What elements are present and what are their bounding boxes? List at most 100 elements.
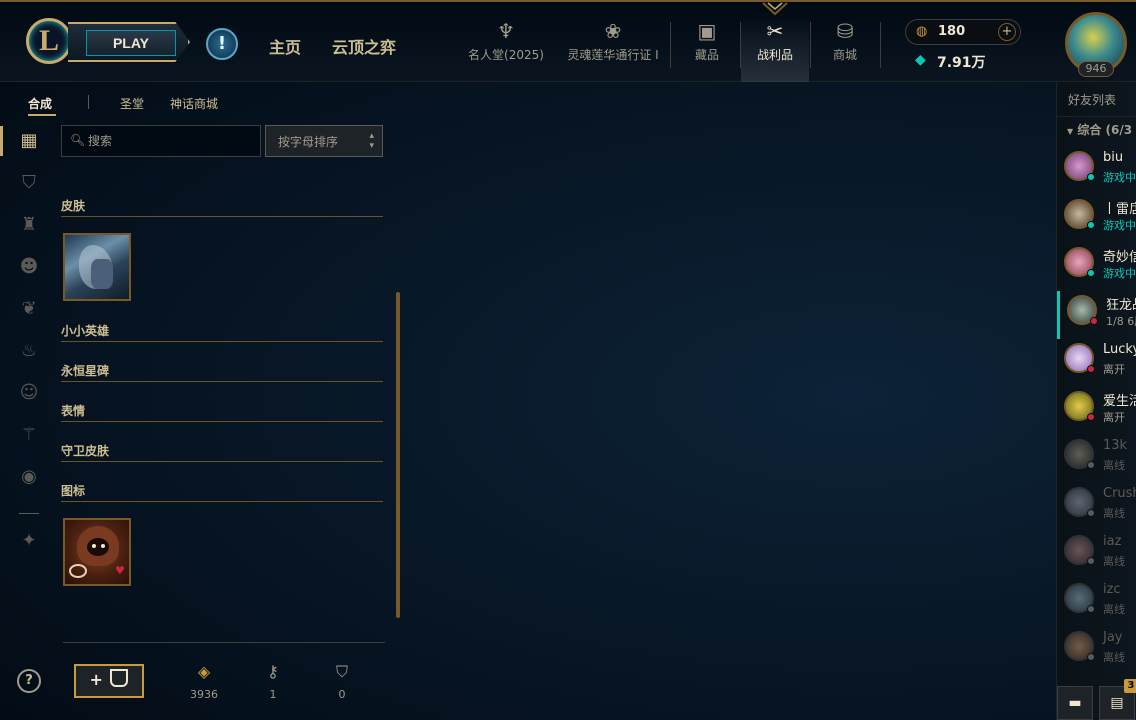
friend-name: Crush [1103,486,1136,501]
friend-name: 13k [1103,438,1128,453]
ward-icon[interactable]: ⚚ [17,423,41,447]
tab-mythic-shop[interactable]: 神话商城 [170,95,218,112]
friend-row[interactable]: Jay 离线 [1057,627,1136,675]
category-little-legends-title[interactable]: 小小英雄 [61,322,109,339]
search-input[interactable] [88,132,248,150]
friend-name: Jay [1103,630,1123,645]
presence-dot-icon [1087,365,1095,373]
friends-divider [1057,116,1136,117]
champion-helmet-icon[interactable]: ♜ [17,213,41,237]
craft-key-button[interactable]: + [74,664,144,698]
category-ward-skins-title[interactable]: 守卫皮肤 [61,442,109,459]
category-divider [61,421,383,422]
tab-divider [88,95,89,109]
friend-row[interactable]: izc 离线 [1057,579,1136,627]
chest-filter-icon[interactable]: ⛉ [17,171,41,195]
eternals-flame-icon[interactable]: ♨ [17,339,41,363]
play-button[interactable]: PLAY [68,22,190,62]
help-icon[interactable]: ? [17,669,41,693]
friend-row[interactable]: 奇妙信游戏中 [1057,243,1136,291]
friend-name: iaz [1103,534,1122,549]
nav-home[interactable]: 主页 [269,34,301,58]
presence-dot-icon [1087,413,1095,421]
nav-collection[interactable]: ▣ 藏品 [684,16,730,82]
league-logo-icon: L [26,18,72,64]
nav-label: 藏品 [694,48,719,62]
nav-loot[interactable]: ✂ 战利品 [741,16,809,82]
loot-item-icon[interactable]: ♥ [63,518,131,586]
friend-row[interactable]: 13k 离线 [1057,435,1136,483]
nav-label: 名人堂(2025) [468,48,544,62]
friend-row[interactable]: 丨雷扂游戏中 [1057,195,1136,243]
nav-divider [810,22,811,68]
friend-status: 离开 [1103,363,1125,376]
presence-dot-icon [1087,653,1095,661]
presence-dot-icon [1087,509,1095,517]
category-divider [61,501,383,502]
nav-tft[interactable]: 云顶之弈 [332,34,396,58]
friend-status: 1/8 6层 [1106,315,1136,328]
nav-label: 战利品 [756,48,793,62]
search-field[interactable]: 🔍︎ [61,125,261,157]
play-button-label[interactable]: PLAY [86,30,176,56]
category-icons-title[interactable]: 图标 [61,482,85,499]
orange-essence-icon: ◈ [197,662,211,681]
blue-essence-value: 7.91万 [937,55,986,71]
friend-row[interactable]: iaz 离线 [1057,531,1136,579]
tab-sanctum[interactable]: 圣堂 [120,95,144,112]
friend-name: 爱生活 [1103,394,1136,409]
friend-row[interactable]: 爱生活离开 [1057,387,1136,435]
presence-dot-icon [1087,173,1095,181]
sort-dropdown[interactable]: 按字母排序 ▴ ▾ [265,125,383,157]
grid-all-icon[interactable]: ▦ [17,129,41,153]
friend-name: 丨雷扂 [1103,202,1136,217]
loot-icon: ✂ [766,19,784,43]
chat-icon[interactable]: ▬ [1057,686,1093,720]
friend-name: izc [1103,582,1121,597]
blue-essence-icon: ◆ [915,52,926,68]
friend-status: 游戏中 [1103,219,1136,232]
chest-icon [110,669,129,687]
friend-name: Lucky [1103,342,1136,357]
orange-essence-counter: ◈ 3936 [184,660,224,701]
nav-hall-of-legends[interactable]: ♆ 名人堂(2025) [466,16,546,82]
mythic-filter-icon[interactable]: ✦ [17,529,41,553]
notification-count-badge: 3 [1124,679,1136,693]
loot-item-skin[interactable] [63,233,131,301]
top-nav-bar: L PLAY ! 主页 云顶之弈 ♆ 名人堂(2025) ❀ 灵魂莲华通行证 I… [0,0,1136,82]
friend-row[interactable]: 狂龙战 1/8 6层 [1057,291,1136,339]
profile-icon-filter-icon[interactable]: ◉ [17,465,41,489]
chevron-down-icon: ▼ [1067,127,1074,136]
presence-dot-icon [1090,317,1098,325]
category-emotes-title[interactable]: 表情 [61,402,85,419]
tab-craft[interactable]: 合成 [28,95,52,112]
rp-icon: ◍ [916,24,928,39]
loot-scrollbar[interactable] [396,292,400,618]
orange-essence-value: 3936 [190,688,218,701]
alert-icon[interactable]: ! [206,28,238,60]
friend-status: 离线 [1103,603,1125,616]
chest-counter: ⛉ 0 [322,660,362,701]
nav-label: 商城 [832,48,857,62]
craft-plus-label: + [89,670,103,689]
friend-row[interactable]: Lucky 离开 [1057,339,1136,387]
nav-label: 灵魂莲华通行证 I [567,48,659,62]
category-skins-title[interactable]: 皮肤 [61,197,85,214]
presence-dot-icon [1087,557,1095,565]
friend-row[interactable]: biu 游戏中 [1057,147,1136,195]
category-divider [61,461,383,462]
rp-balance: ◍ 180 + [905,19,1021,45]
emote-smiley-icon[interactable]: ☺ [17,381,41,405]
nav-battle-pass[interactable]: ❀ 灵魂莲华通行证 I [563,16,663,82]
level-badge: 946 [1078,61,1114,77]
sort-selected-label: 按字母排序 [278,135,339,149]
nav-store[interactable]: ⛁ 商城 [822,16,868,82]
footer-divider [63,642,385,643]
friend-row[interactable]: Crush 离线 [1057,483,1136,531]
friends-group-header[interactable]: ▼ 综合 (6/3 [1067,121,1132,138]
skin-mask-icon[interactable]: ☻ [17,255,41,279]
buy-rp-button[interactable]: + [998,23,1016,41]
category-eternals-title[interactable]: 永恒星碑 [61,362,109,379]
little-legend-icon[interactable]: ❦ [17,297,41,321]
friend-status: 离线 [1103,651,1125,664]
